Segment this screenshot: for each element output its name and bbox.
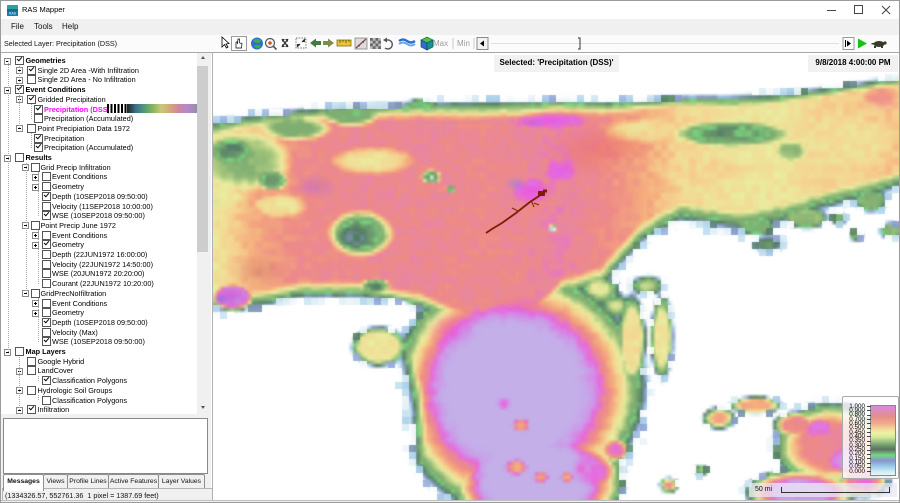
svg-text:RAS: RAS xyxy=(9,12,17,16)
svg-text:Min: Min xyxy=(457,39,470,48)
svg-text:Max: Max xyxy=(433,39,448,48)
